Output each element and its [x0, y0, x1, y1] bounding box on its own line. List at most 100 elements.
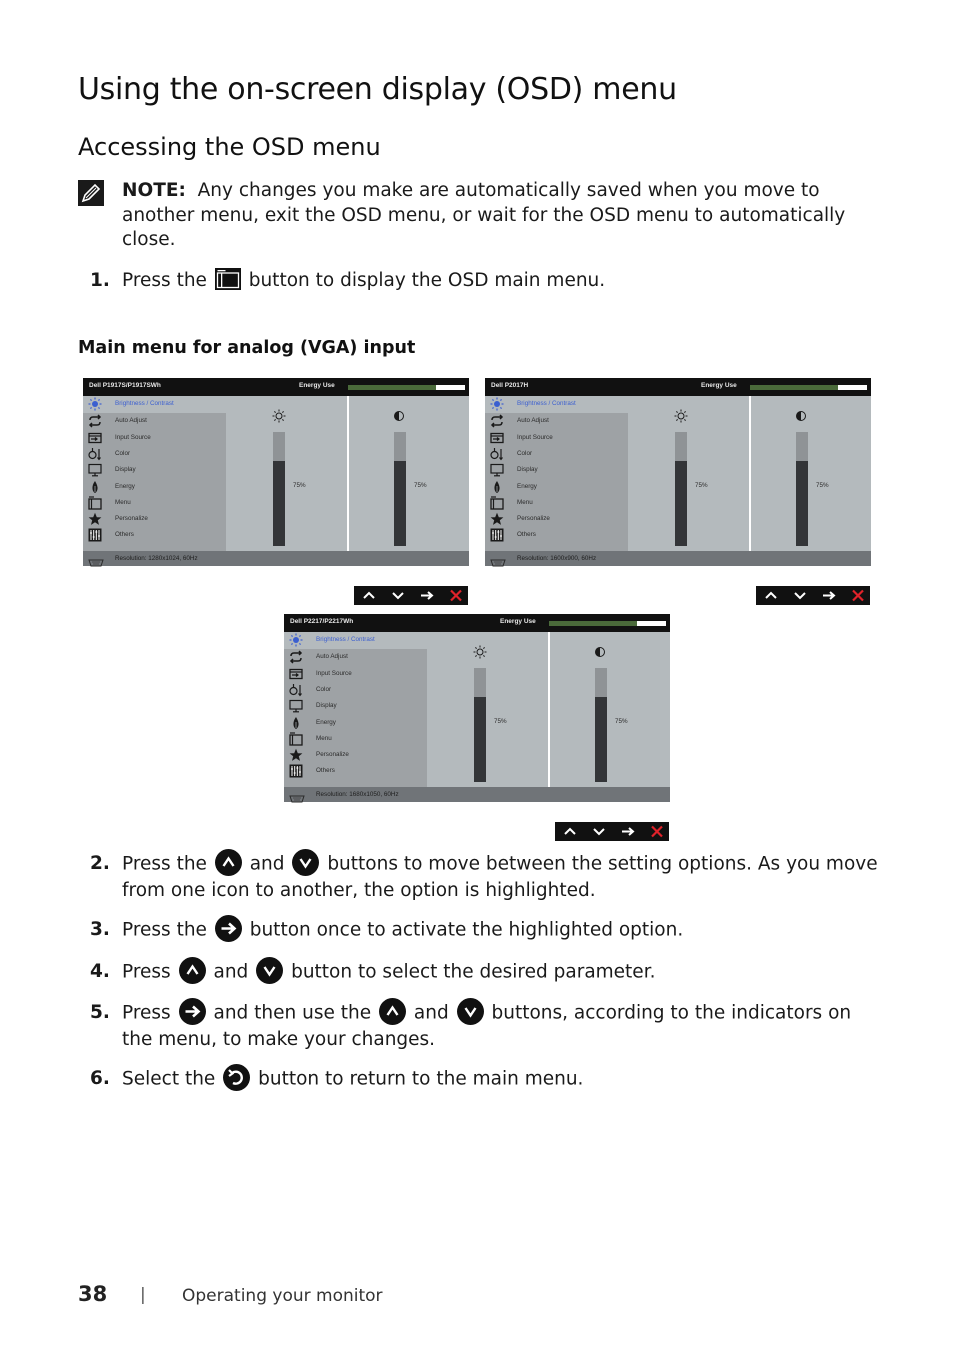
- osd-menu-list: Brightness / Contrast Auto Adjust Input So…: [83, 396, 226, 551]
- osd-screenshot-p2017h: Dell P2017H Energy Use Brightness / Contra…: [485, 378, 871, 567]
- osd-status-bar: Resolution: 1600x900, 60Hz: [485, 551, 871, 567]
- osd-menu-item[interactable]: Brightness / Contrast: [83, 396, 226, 413]
- input-source-icon: [490, 431, 504, 445]
- brightness-slider-fill: [474, 696, 486, 782]
- panel-divider: [548, 632, 550, 787]
- osd-status-bar: Resolution: 1680x1050, 60Hz: [284, 787, 670, 803]
- enter-button-icon[interactable]: [619, 824, 637, 839]
- contrast-slider[interactable]: [595, 668, 607, 782]
- osd-menu-item[interactable]: Brightness / Contrast: [284, 632, 427, 649]
- osd-menu-item[interactable]: Others: [83, 527, 226, 543]
- brightness-slider[interactable]: [273, 432, 285, 546]
- osd-menu-item[interactable]: Display: [284, 698, 427, 714]
- osd-menu-item[interactable]: Menu: [485, 495, 628, 511]
- enter-button-icon[interactable]: [418, 588, 436, 603]
- osd-menu-item[interactable]: Display: [83, 462, 226, 478]
- contrast-slider[interactable]: [796, 432, 808, 546]
- osd-title-bar: Dell P2017H Energy Use: [485, 378, 871, 396]
- page-title: Using the on-screen display (OSD) menu: [78, 72, 677, 107]
- contrast-slider-fill: [796, 460, 808, 546]
- brightness-slider[interactable]: [675, 432, 687, 546]
- osd-menu-item[interactable]: Energy: [284, 715, 427, 731]
- resolution-text: Resolution: 1600x900, 60Hz: [517, 555, 597, 562]
- brightness-value: 75%: [494, 718, 507, 725]
- osd-menu-item[interactable]: Menu: [83, 495, 226, 511]
- osd-menu-item[interactable]: Color: [83, 446, 226, 462]
- up-button-icon: [214, 849, 242, 876]
- osd-menu-item[interactable]: Auto Adjust: [485, 413, 628, 429]
- step-text: and: [249, 853, 285, 875]
- down-button-icon[interactable]: [389, 588, 407, 603]
- auto-adjust-icon: [289, 650, 303, 664]
- osd-screenshot-p1917s: Dell P1917S/P1917SWh Energy Use Brightness…: [83, 378, 469, 567]
- chapter-title: Operating your monitor: [182, 1286, 383, 1306]
- brightness-icon: [674, 409, 688, 423]
- up-button-icon: [379, 998, 407, 1025]
- osd-menu-item[interactable]: Input Source: [284, 666, 427, 682]
- energy-icon: [490, 480, 504, 494]
- step-text: Press: [122, 1002, 171, 1024]
- brightness-slider[interactable]: [474, 668, 486, 782]
- osd-menu-item[interactable]: Color: [284, 682, 427, 698]
- display-icon: [88, 463, 102, 477]
- contrast-slider-fill: [394, 460, 406, 546]
- osd-menu-item[interactable]: Energy: [485, 479, 628, 495]
- down-button-icon[interactable]: [590, 824, 608, 839]
- osd-menu-item[interactable]: Input Source: [83, 430, 226, 446]
- osd-menu-item-label: Personalize: [316, 751, 349, 759]
- contrast-value: 75%: [414, 482, 427, 489]
- exit-button-icon[interactable]: [849, 588, 867, 603]
- osd-menu-item[interactable]: Personalize: [485, 511, 628, 527]
- brightness-value: 75%: [695, 482, 708, 489]
- contrast-slider[interactable]: [394, 432, 406, 546]
- step-text: and then use the: [213, 1002, 372, 1024]
- osd-model-name: Dell P2217/P2217Wh: [290, 618, 354, 625]
- osd-menu-item[interactable]: Personalize: [83, 511, 226, 527]
- osd-menu-item-label: Others: [115, 531, 134, 539]
- osd-menu-item[interactable]: Color: [485, 446, 628, 462]
- up-button-icon[interactable]: [561, 824, 579, 839]
- osd-menu-item-label: Menu: [517, 498, 533, 506]
- osd-menu-item[interactable]: Auto Adjust: [284, 649, 427, 665]
- osd-menu-item-label: Brightness / Contrast: [316, 636, 375, 643]
- exit-button-icon[interactable]: [648, 824, 666, 839]
- energy-use-label: Energy Use: [701, 382, 737, 389]
- osd-menu-item-label: Menu: [115, 498, 131, 506]
- step-text: and: [213, 961, 249, 983]
- osd-menu-item[interactable]: Others: [485, 527, 628, 543]
- up-button-icon[interactable]: [762, 588, 780, 603]
- osd-model-name: Dell P2017H: [491, 382, 529, 389]
- up-button-icon: [178, 957, 206, 984]
- brightness-slider-fill: [675, 460, 687, 546]
- osd-menu-item[interactable]: Auto Adjust: [83, 413, 226, 429]
- osd-menu-item[interactable]: Others: [284, 763, 427, 779]
- resolution-text: Resolution: 1680x1050, 60Hz: [316, 791, 399, 798]
- osd-menu-item-label: Display: [316, 702, 337, 710]
- brightness-icon: [272, 409, 286, 423]
- step-text: Press the: [122, 919, 207, 941]
- up-button-icon[interactable]: [360, 588, 378, 603]
- exit-button-icon[interactable]: [447, 588, 465, 603]
- osd-button-bar: [555, 822, 669, 841]
- osd-menu-item[interactable]: Input Source: [485, 430, 628, 446]
- step-text: Select the: [122, 1068, 216, 1090]
- color-icon: [289, 683, 303, 697]
- color-icon: [490, 447, 504, 461]
- down-button-icon[interactable]: [791, 588, 809, 603]
- step-text: button to display the OSD main menu.: [248, 270, 606, 291]
- osd-menu-item[interactable]: Menu: [284, 731, 427, 747]
- energy-use-fill: [750, 385, 838, 390]
- enter-button-icon[interactable]: [820, 588, 838, 603]
- osd-menu-item[interactable]: Display: [485, 462, 628, 478]
- osd-menu-item[interactable]: Energy: [83, 479, 226, 495]
- osd-menu-item-label: Color: [517, 449, 533, 457]
- osd-menu-item[interactable]: Personalize: [284, 747, 427, 763]
- step-number: 2.: [90, 853, 110, 874]
- vga-connector-icon: [88, 554, 104, 567]
- osd-settings-panel: 75% 75%: [427, 632, 670, 787]
- osd-menu-item[interactable]: Brightness / Contrast: [485, 396, 628, 413]
- page-number: 38: [78, 1282, 108, 1306]
- osd-menu-item-label: Others: [316, 767, 335, 775]
- contrast-icon: [392, 409, 406, 423]
- step-text: Press: [122, 961, 171, 983]
